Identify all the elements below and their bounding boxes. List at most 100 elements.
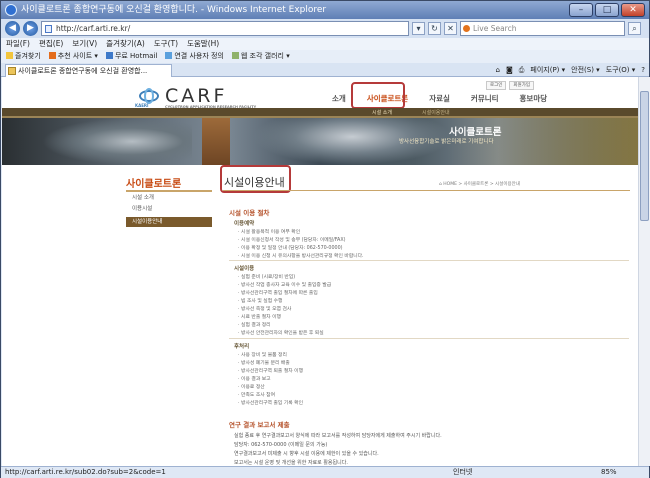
usage-line: · 실험 준비 (시료/장비 반입) [238, 275, 296, 280]
safety-menu[interactable]: 안전(S) ▾ [571, 64, 600, 76]
fav-item-label: 무료 Hotmail [114, 52, 158, 60]
post-line: · 방사성 폐기물 분리 배출 [238, 361, 290, 366]
tab-current[interactable]: 사이클로트론 종합연구동에 오신걸 환영합... [5, 64, 172, 77]
gnb-archive[interactable]: 자료실 [429, 93, 450, 104]
fav-item-hotmail[interactable]: 무료 Hotmail [105, 50, 158, 63]
subsection-post: 후처리 [234, 344, 250, 350]
fav-item-webslice[interactable]: 웹 조각 갤러리 ▾ [231, 50, 290, 63]
reservation-line: · 시설 활용목적 이용 여부 확인 [238, 230, 301, 235]
menu-edit[interactable]: 편집(E) [39, 38, 63, 50]
usage-line: · 방사선관리구역 출입 절차에 따른 출입 [238, 291, 318, 296]
search-button[interactable]: ⌕ [628, 22, 641, 35]
banner-title: 사이클로트론 [449, 127, 502, 138]
ie-icon [5, 4, 17, 16]
left-nav-item-facility[interactable]: 시설 소개 [126, 193, 212, 203]
menu-favorites[interactable]: 즐겨찾기(A) [106, 38, 145, 50]
page-icon [45, 25, 52, 33]
suggested-sites-icon [48, 52, 56, 59]
web-slice-icon [231, 52, 239, 59]
address-dropdown-button[interactable]: ▾ [412, 22, 425, 35]
vertical-scrollbar[interactable] [638, 77, 650, 466]
home-icon[interactable]: ⌂ [496, 64, 500, 76]
refresh-button[interactable]: ↻ [428, 22, 441, 35]
page-menu[interactable]: 페이지(P) ▾ [530, 64, 565, 76]
report-line: 보고서는 시설 운영 및 개선을 위한 자료로 활용됩니다. [234, 460, 348, 466]
status-zone: 인터넷 [453, 468, 473, 476]
maximize-button[interactable]: □ [595, 3, 619, 17]
left-nav-item-usage[interactable]: 이용시설 [126, 204, 212, 214]
subsection-usage: 시설이용 [234, 266, 255, 272]
hero-banner: 사이클로트론 방사선융합기술로 밝은미래로 기여합니다 [2, 118, 638, 165]
status-url: http://carf.arti.re.kr/sub02.do?sub=2&co… [5, 468, 166, 476]
address-input[interactable]: http://carf.arti.re.kr/ [41, 21, 409, 36]
fav-item-suggested[interactable]: 추천 사이트 ▾ [48, 50, 98, 63]
usage-line: · 방사선 안전관리자의 확인을 받은 후 퇴실 [238, 331, 324, 336]
usage-line: · 실험 결과 정리 [238, 323, 271, 328]
fav-item-label: 웹 조각 갤러리 ▾ [240, 52, 290, 60]
menu-help[interactable]: 도움말(H) [187, 38, 219, 50]
util-links: 로그인 회원가입 [486, 81, 534, 90]
left-nav-title: 사이클로트론 [126, 175, 212, 192]
favorites-label: 즐겨찾기 [15, 52, 41, 60]
search-placeholder: Live Search [473, 24, 517, 33]
tab-title: 사이클로트론 종합연구동에 오신걸 환영합... [18, 67, 148, 75]
gnb-community[interactable]: 커뮤니티 [471, 93, 499, 104]
subnav-facility[interactable]: 시설 소개 [372, 109, 392, 116]
menu-view[interactable]: 보기(V) [72, 38, 97, 50]
section-procedure: 시설 이용 절차 [229, 209, 270, 217]
window-title: 사이클로트론 종합연구동에 오신걸 환영합니다. - Windows Inter… [21, 5, 327, 15]
section-divider [229, 338, 629, 339]
banner-glow [2, 118, 638, 165]
forward-button[interactable]: ▶ [23, 21, 38, 36]
gnb-intro[interactable]: 소개 [332, 93, 346, 104]
zoom-level[interactable]: 85% [601, 467, 617, 478]
reservation-line: · 이용 확정 및 일정 안내 (담당자: 062-570-0000) [238, 246, 343, 251]
left-nav-item-guide[interactable]: 시설이용안내 [126, 217, 212, 227]
tab-row: 사이클로트론 종합연구동에 오신걸 환영합... ⌂ ◙ ⎙ 페이지(P) ▾ … [1, 63, 649, 77]
carf-logo-mark [137, 88, 161, 104]
report-line: 담당자: 062-570-0000 (이메일 문의 가능) [234, 442, 328, 448]
command-bar: ⌂ ◙ ⎙ 페이지(P) ▾ 안전(S) ▾ 도구(O) ▾ ? [496, 64, 645, 76]
highlight-box-nav [351, 82, 405, 109]
tab-favicon [8, 67, 16, 75]
minimize-button[interactable]: – [569, 3, 593, 17]
scrollbar-thumb[interactable] [640, 91, 649, 221]
close-button[interactable]: ✕ [621, 3, 645, 17]
fav-item-links[interactable]: 연결 사용자 정의 [165, 50, 224, 63]
stop-button[interactable]: ✕ [444, 22, 457, 35]
favorites-bar: 즐겨찾기 추천 사이트 ▾ 무료 Hotmail 연결 사용자 정의 웹 조각 … [1, 50, 649, 63]
subnav-guide[interactable]: 시설이용안내 [422, 109, 450, 116]
hotmail-icon [105, 52, 113, 59]
post-line: · 사용 장비 및 물품 정리 [238, 353, 287, 358]
tools-menu[interactable]: 도구(O) ▾ [606, 64, 636, 76]
feeds-icon[interactable]: ◙ [506, 64, 513, 76]
sub-nav-bar: 시설 소개 시설이용안내 [2, 108, 638, 118]
post-line: · 만족도 조사 참여 [238, 393, 275, 398]
web-content: CARF KAERI CYCLOTRON APPLICATION RESEARC… [2, 77, 650, 466]
fav-item-label: 연결 사용자 정의 [174, 52, 224, 60]
post-line: · 방사선관리구역 출입 기록 확인 [238, 401, 303, 406]
status-bar: http://carf.arti.re.kr/sub02.do?sub=2&co… [1, 466, 649, 478]
star-icon [6, 52, 13, 59]
print-icon[interactable]: ⎙ [519, 64, 525, 76]
favorites-button[interactable]: 즐겨찾기 [6, 50, 41, 63]
back-button[interactable]: ◀ [5, 21, 20, 36]
menu-tools[interactable]: 도구(T) [154, 38, 178, 50]
help-icon[interactable]: ? [641, 64, 645, 76]
search-input[interactable]: Live Search [460, 21, 625, 36]
usage-line: · 방사선 작업 종사자 교육 이수 및 출입증 발급 [238, 283, 332, 288]
menu-bar: 파일(F) 편집(E) 보기(V) 즐겨찾기(A) 도구(T) 도움말(H) [1, 38, 649, 50]
usage-line: · 방사선 측정 및 오염 검사 [238, 307, 292, 312]
reservation-line: · 시설 이용신청서 작성 및 송부 (담당자: 이메일/FAX) [238, 238, 346, 243]
logo-text: CARF [165, 85, 228, 107]
report-line: 연구결과보고서 미제출 시 향후 시설 이용에 제한이 있을 수 있습니다. [234, 451, 379, 457]
login-link[interactable]: 로그인 [486, 81, 507, 90]
usage-line: · 빔 조사 및 실험 수행 [238, 299, 283, 304]
live-search-icon [463, 25, 470, 32]
site-logo[interactable]: CARF KAERI CYCLOTRON APPLICATION RESEARC… [135, 85, 256, 109]
menu-file[interactable]: 파일(F) [6, 38, 30, 50]
breadcrumb: ⌂ HOME > 사이클로트론 > 시설이용안내 [439, 182, 520, 187]
gnb-pr[interactable]: 홍보마당 [520, 93, 548, 104]
title-divider [223, 190, 630, 191]
join-link[interactable]: 회원가입 [509, 81, 534, 90]
